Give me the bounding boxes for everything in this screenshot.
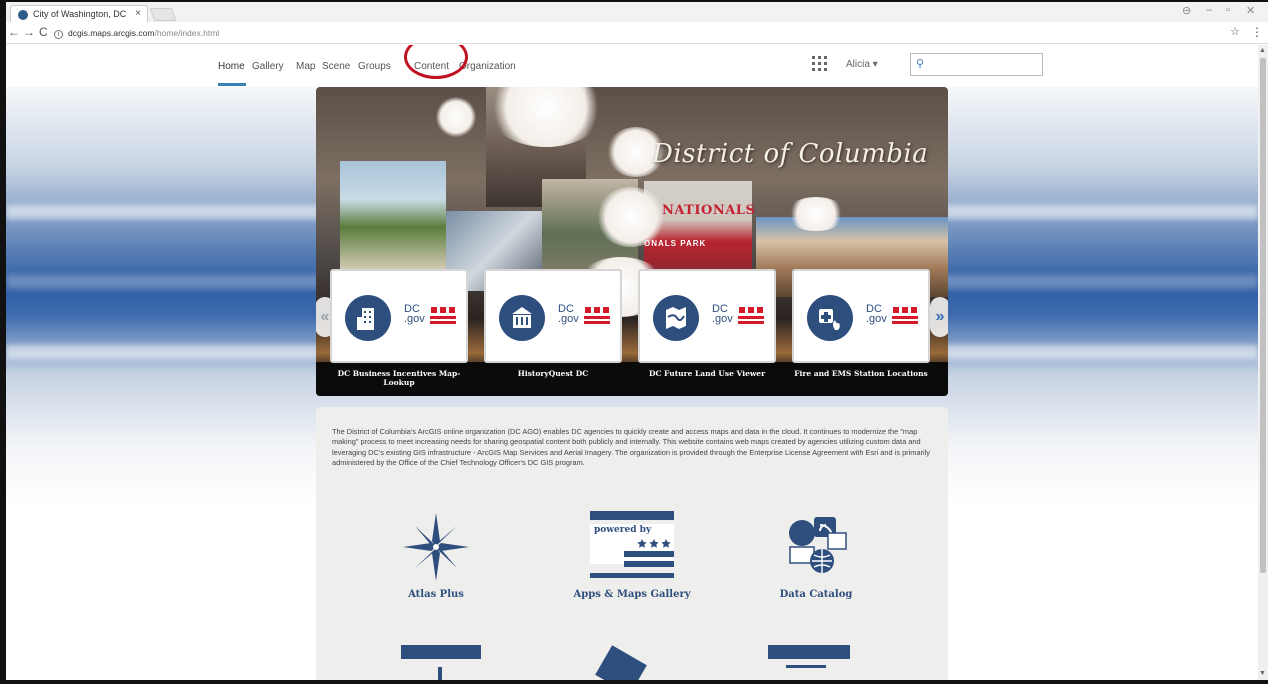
window-frame — [0, 0, 1268, 684]
